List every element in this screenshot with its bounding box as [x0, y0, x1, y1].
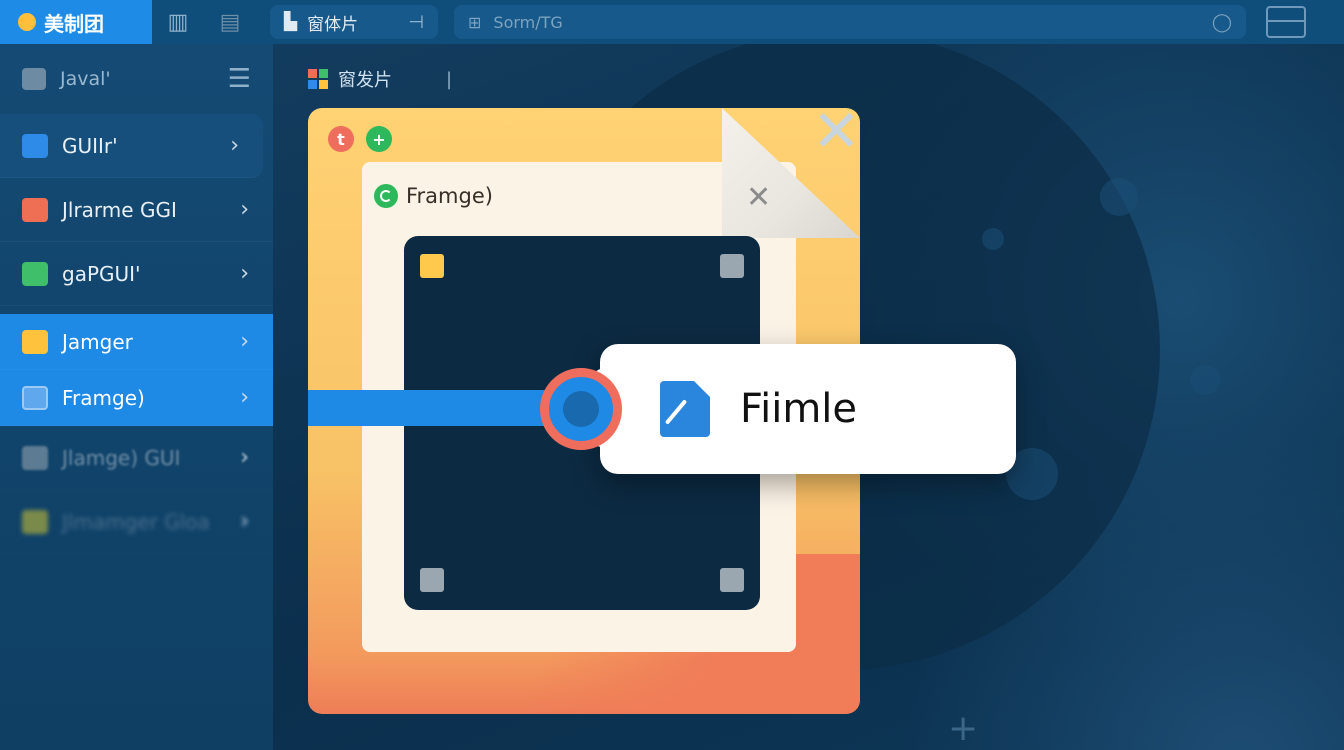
layout-icon[interactable]: ▥ — [152, 0, 204, 44]
window-icon — [22, 197, 48, 222]
chevron-right-icon: › — [240, 261, 249, 286]
sidebar-item-label: Framge) — [62, 385, 145, 410]
chevron-right-icon: › — [240, 197, 249, 222]
breadcrumb-separator: | — [446, 68, 453, 90]
tooltip-popup: Fiimle — [600, 344, 1016, 474]
decor-bubble — [982, 228, 1004, 250]
tab-label: 窗体片 — [307, 14, 359, 35]
breadcrumb: 窗发片 | — [308, 66, 452, 92]
window-icon — [22, 509, 48, 534]
frame-title: Framge) — [374, 184, 493, 208]
search-bar[interactable]: ⊞ Sorm/TG ◯ — [454, 5, 1246, 39]
refresh-icon — [374, 184, 398, 208]
top-bar: 美制团 ▥ ▤ ▙ 窗体片 ⊣ ⊞ Sorm/TG ◯ — [0, 0, 1344, 44]
sidebar-item-label: Jlmamger Gloa — [62, 509, 210, 534]
frame-icon — [22, 385, 48, 410]
apps-icon — [308, 69, 328, 89]
sidebar-item-label: Jlrarme GGI — [62, 197, 177, 222]
resize-handle-top-right[interactable] — [720, 254, 744, 278]
sidebar-item-gui[interactable]: GUIIr' › — [0, 114, 263, 178]
sidebar-item-framge[interactable]: Framge) › — [0, 370, 273, 426]
add-button[interactable]: + — [366, 126, 392, 152]
grid-icon — [22, 329, 48, 354]
search-icon[interactable]: ◯ — [1212, 12, 1232, 33]
panel-icon[interactable]: ▤ — [204, 0, 256, 44]
chevron-right-icon: › — [240, 509, 249, 534]
sidebar-item-jamger[interactable]: Jamger › — [0, 314, 273, 370]
decor-bubble — [1100, 178, 1138, 216]
close-button[interactable]: t — [328, 126, 354, 152]
frame-title-label: Framge) — [406, 184, 493, 208]
close-window-icon[interactable]: ✕ — [812, 102, 861, 160]
sidebar-item-label: GUIIr' — [62, 133, 118, 158]
resize-handle-bottom-right[interactable] — [720, 568, 744, 592]
sidebar-item-jlmamger[interactable]: Jlmamger Gloa › — [0, 490, 273, 554]
grid-icon: ⊞ — [468, 12, 482, 32]
sidebar-item-label: Jamger — [62, 329, 133, 354]
close-icon[interactable]: ✕ — [746, 180, 771, 215]
sidebar: Javal' ☰ GUIIr' › Jlrarme GGI › gaPGUI' … — [0, 44, 273, 750]
sidebar-item-label: Jlamge) GUI — [62, 445, 181, 470]
tab-window[interactable]: ▙ 窗体片 ⊣ — [270, 5, 438, 39]
decor-bubble — [1190, 365, 1220, 395]
sidebar-title: Javal' — [60, 68, 111, 90]
slider-handle[interactable] — [540, 368, 622, 450]
sidebar-item-jframe[interactable]: Jlrarme GGI › — [0, 178, 273, 242]
chevron-right-icon: › — [240, 329, 249, 354]
chevron-right-icon: › — [240, 445, 249, 470]
window-icon — [22, 133, 48, 158]
file-icon — [660, 381, 710, 437]
breadcrumb-title: 窗发片 — [338, 70, 392, 91]
resize-handle-top-left[interactable] — [420, 254, 444, 278]
search-input[interactable]: Sorm/TG — [493, 13, 562, 32]
sidebar-item-label: gaPGUI' — [62, 261, 141, 286]
logo-icon — [18, 13, 36, 31]
tooltip-text: Fiimle — [740, 386, 858, 432]
document-icon: ▙ — [284, 12, 298, 32]
window-icon[interactable] — [1266, 6, 1306, 38]
window-icon — [22, 261, 48, 286]
menu-icon[interactable]: ☰ — [228, 64, 251, 94]
sidebar-item-gui-green[interactable]: gaPGUI' › — [0, 242, 273, 306]
sidebar-header: Javal' ☰ — [0, 44, 273, 114]
tab-pin-icon[interactable]: ⊣ — [408, 12, 424, 33]
plus-icon: + — [948, 708, 979, 749]
app-brand[interactable]: 美制团 — [0, 0, 152, 44]
app-title: 美制团 — [44, 11, 104, 36]
resize-handle-bottom-left[interactable] — [420, 568, 444, 592]
chevron-right-icon: › — [240, 385, 249, 410]
chevron-right-icon: › — [230, 133, 239, 158]
window-icon — [22, 445, 48, 470]
project-icon — [22, 68, 46, 90]
sidebar-item-jlamge-gui[interactable]: Jlamge) GUI › — [0, 426, 273, 490]
